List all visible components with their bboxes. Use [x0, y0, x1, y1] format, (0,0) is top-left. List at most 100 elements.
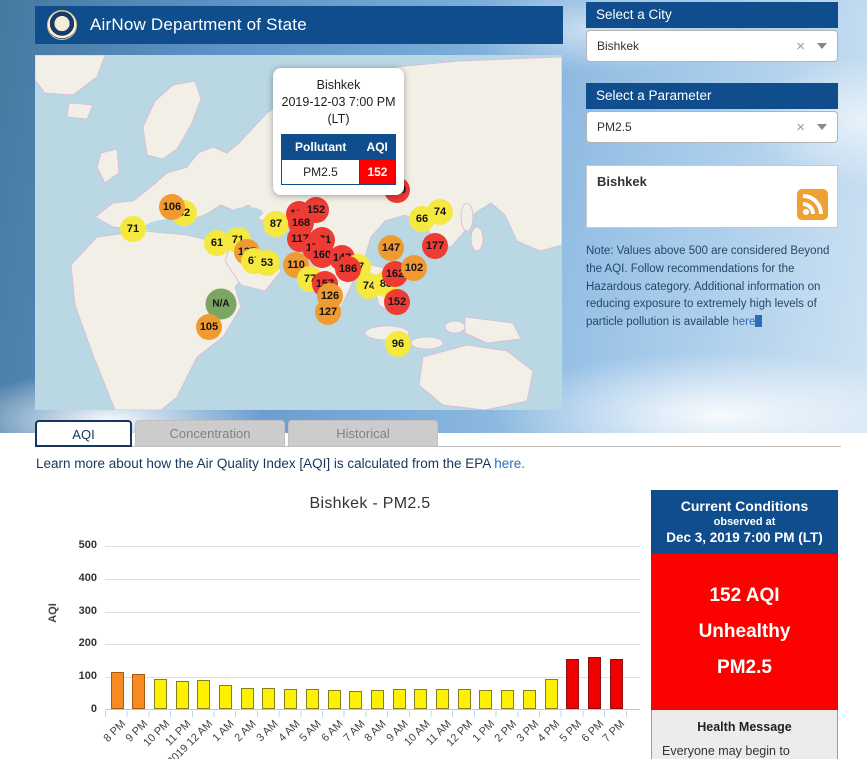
rss-icon[interactable] — [797, 189, 828, 220]
tab-concentration[interactable]: Concentration — [135, 420, 285, 447]
current-conditions-panel: Current Conditions observed at Dec 3, 20… — [651, 490, 838, 759]
aqi-category-line: Unhealthy — [655, 614, 834, 650]
beyond-aqi-note: Note: Values above 500 are considered Be… — [586, 243, 838, 332]
y-tick-label: 100 — [57, 670, 97, 682]
parameter-select[interactable]: PM2.5 × — [586, 111, 838, 143]
learn-more-text: Learn more about how the Air Quality Ind… — [36, 456, 525, 471]
y-tick-label: 200 — [57, 637, 97, 649]
chart-bar[interactable] — [523, 690, 536, 709]
clear-city-icon[interactable]: × — [796, 39, 805, 54]
aqi-world-map[interactable]: 71821068761711376753N/A10511011215216811… — [35, 55, 562, 410]
aqi-marker[interactable]: 147 — [378, 235, 404, 261]
chart-bar[interactable] — [371, 690, 384, 709]
x-tick-label: 6 PM — [579, 718, 606, 745]
tab-aqi[interactable]: AQI — [35, 420, 132, 447]
chart-bar[interactable] — [393, 689, 406, 709]
chart-bar[interactable] — [545, 679, 558, 709]
aqi-marker[interactable]: 96 — [385, 331, 411, 357]
chart-bar[interactable] — [284, 689, 297, 709]
current-conditions-title: Current Conditions — [657, 498, 832, 514]
epa-here-link[interactable]: here. — [494, 456, 525, 471]
chart-bar[interactable] — [610, 659, 623, 709]
tooltip-datetime: 2019-12-03 7:00 PM (LT) — [281, 94, 396, 128]
chart-bar[interactable] — [479, 690, 492, 709]
chart-title: Bishkek - PM2.5 — [100, 495, 640, 513]
y-tick-label: 500 — [57, 539, 97, 551]
chart-bar[interactable] — [262, 688, 275, 709]
aqi-marker[interactable]: 71 — [120, 216, 146, 242]
tab-underline — [35, 446, 841, 447]
city-select-value: Bishkek — [597, 39, 796, 53]
clear-parameter-icon[interactable]: × — [796, 120, 805, 135]
chart-bar[interactable] — [197, 680, 210, 709]
aqi-bar-chart: Bishkek - PM2.5 AQI 01002003004005008 PM… — [35, 485, 645, 759]
aqi-marker[interactable]: 177 — [422, 233, 448, 259]
chart-bar[interactable] — [566, 659, 579, 709]
parameter-select-value: PM2.5 — [597, 120, 796, 134]
chart-bar[interactable] — [132, 674, 145, 709]
aqi-marker[interactable]: 53 — [254, 250, 280, 276]
chart-bar[interactable] — [111, 672, 124, 709]
tooltip-city: Bishkek — [281, 77, 396, 94]
aqi-marker[interactable]: 106 — [159, 194, 185, 220]
chevron-down-icon[interactable] — [817, 124, 827, 130]
chart-bar[interactable] — [436, 689, 449, 709]
app-title: AirNow Department of State — [90, 15, 307, 35]
state-department-seal-icon — [47, 10, 77, 40]
observed-datetime: Dec 3, 2019 7:00 PM (LT) — [657, 530, 832, 545]
select-parameter-header: Select a Parameter — [586, 83, 838, 109]
rss-city-label: Bishkek — [597, 174, 827, 189]
current-conditions-header: Current Conditions observed at Dec 3, 20… — [651, 490, 838, 554]
x-tick-label: 4 AM — [276, 718, 302, 744]
gridline — [105, 546, 640, 547]
observed-at-label: observed at — [657, 516, 832, 528]
tooltip-aqi-header: AQI — [359, 134, 395, 159]
x-tick-label: 3 AM — [254, 718, 280, 744]
tooltip-table: Pollutant AQI PM2.5 152 — [281, 134, 396, 185]
chart-bar[interactable] — [588, 657, 601, 709]
x-tick-label: 1 PM — [471, 718, 498, 745]
gridline — [105, 579, 640, 580]
health-message-title: Health Message — [662, 720, 827, 734]
chart-bar[interactable] — [306, 689, 319, 709]
note-here-link[interactable]: here — [732, 316, 755, 328]
chart-bar[interactable] — [458, 689, 471, 709]
chart-bar[interactable] — [176, 681, 189, 709]
tab-historical[interactable]: Historical — [288, 420, 438, 447]
chart-bar[interactable] — [328, 690, 341, 709]
chart-bar[interactable] — [219, 685, 232, 709]
x-tick-label: 4 PM — [536, 718, 563, 745]
x-tick-label: 1 AM — [211, 718, 237, 744]
text-cursor — [755, 315, 762, 327]
x-tick-label: 7 PM — [601, 718, 628, 745]
city-select[interactable]: Bishkek × — [586, 30, 838, 62]
x-tick-label: 2 AM — [232, 718, 258, 744]
aqi-marker[interactable]: 102 — [401, 255, 427, 281]
aqi-value-line: 152 AQI — [655, 578, 834, 614]
gridline — [105, 644, 640, 645]
health-message-text: Everyone may begin to experience health … — [662, 742, 827, 759]
select-city-header: Select a City — [586, 2, 838, 28]
sidebar: Select a City Bishkek × Select a Paramet… — [586, 2, 838, 332]
tab-bar: AQI Concentration Historical — [35, 420, 441, 447]
gridline — [105, 677, 640, 678]
chart-bar[interactable] — [154, 679, 167, 709]
chart-bar[interactable] — [241, 688, 254, 709]
y-tick-label: 0 — [57, 703, 97, 715]
chart-bar[interactable] — [501, 690, 514, 709]
chart-bar[interactable] — [414, 689, 427, 709]
health-message-box: Health Message Everyone may begin to exp… — [651, 710, 838, 759]
x-tick-label: 6 AM — [319, 718, 345, 744]
aqi-marker[interactable]: 105 — [196, 314, 222, 340]
aqi-pollutant-line: PM2.5 — [655, 650, 834, 686]
app-header: AirNow Department of State — [35, 6, 563, 44]
aqi-marker[interactable]: 127 — [315, 299, 341, 325]
x-tick-label: 8 PM — [102, 718, 129, 745]
x-tick-label: 8 AM — [363, 718, 389, 744]
aqi-marker[interactable]: 74 — [427, 199, 453, 225]
chevron-down-icon[interactable] — [817, 43, 827, 49]
chart-plot-area — [105, 546, 640, 710]
rss-feed-box: Bishkek — [586, 165, 838, 228]
aqi-marker[interactable]: 152 — [384, 289, 410, 315]
chart-bar[interactable] — [349, 691, 362, 709]
